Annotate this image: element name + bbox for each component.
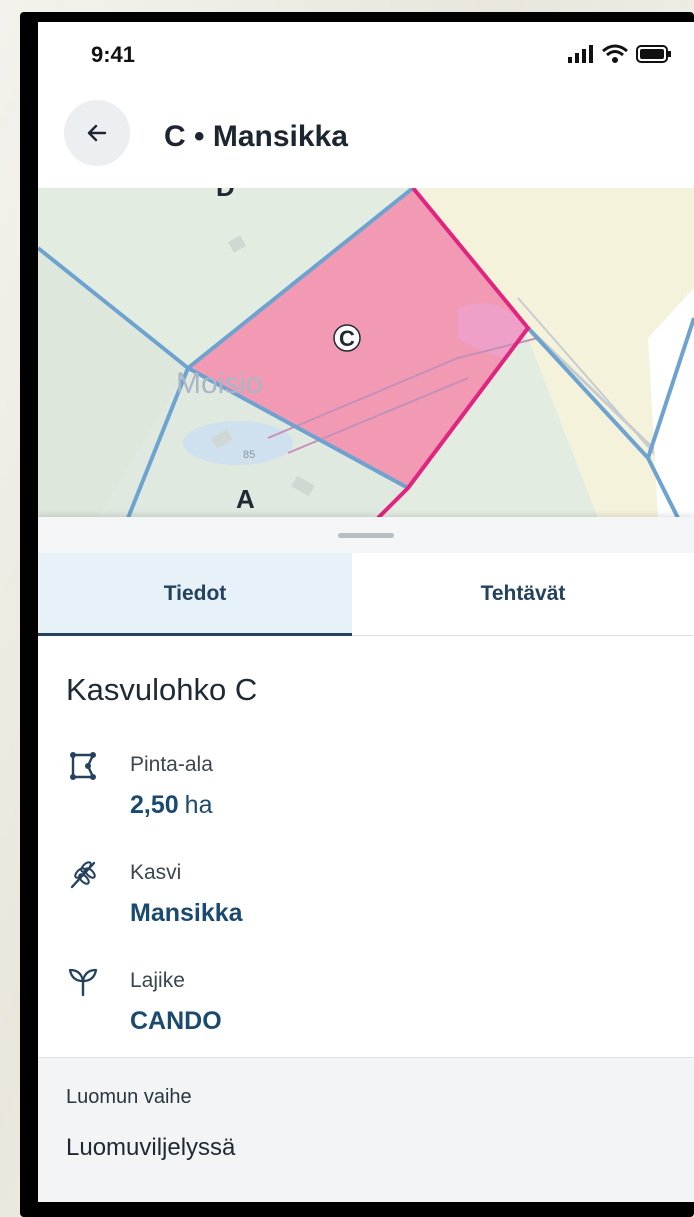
organic-section: Luomun vaihe Luomuviljelyssä [38,1057,694,1202]
tab-tiedot[interactable]: Tiedot [38,553,352,636]
area-polygon-icon [70,752,96,780]
building-area [183,421,293,465]
status-time: 9:41 [91,42,136,67]
status-icons [568,44,672,64]
map-canvas[interactable]: Moisio 85 C A D [38,188,694,518]
crop-value: Mansikka [130,899,243,927]
tab-bar: Tiedot Tehtävät [38,553,694,636]
app-header: C • Mansikka [38,82,694,188]
sheet-drag-area[interactable] [38,517,694,553]
app-screen: 9:41 C • Mansikka Moisio 85 C A Tiedot T… [38,22,694,1202]
bottom-sheet: Tiedot Tehtävät Kasvulohko C Pinta-ala 2… [38,517,694,1202]
signal-icon [568,45,593,63]
organic-value: Luomuviljelyssä [66,1134,236,1161]
wifi-icon [602,44,628,63]
place-name-label: Moisio [176,367,263,400]
battery-icon [636,45,671,63]
address-number-label: 85 [243,449,255,461]
variety-row: Lajike CANDO [66,965,686,1055]
area-unit: ha [184,791,213,819]
parcel-c-label: C [339,326,355,351]
crop-label: Kasvi [130,861,182,884]
arrow-left-icon [87,124,107,142]
status-bar: 9:41 [38,22,694,82]
sprout-icon [68,968,98,997]
back-button[interactable] [64,100,130,166]
parcel-a-label[interactable]: A [236,484,255,514]
area-value: 2,50 [130,791,179,819]
page-title: C • Mansikka [164,120,348,153]
sheet-drag-handle[interactable] [338,533,394,538]
variety-label: Lajike [130,969,185,992]
wheat-icon [70,861,96,889]
field-map[interactable]: Moisio 85 C A D [38,188,694,518]
tab-tehtavat[interactable]: Tehtävät [352,553,694,635]
area-label: Pinta-ala [130,753,213,776]
area-row: Pinta-ala 2,50 ha [66,749,686,839]
parcel-d-label[interactable]: D [216,188,235,202]
area-value-line: 2,50 ha [130,791,212,820]
section-title: Kasvulohko C [66,672,258,707]
organic-label: Luomun vaihe [66,1086,192,1108]
variety-value: CANDO [130,1007,222,1035]
crop-row: Kasvi Mansikka [66,857,686,947]
